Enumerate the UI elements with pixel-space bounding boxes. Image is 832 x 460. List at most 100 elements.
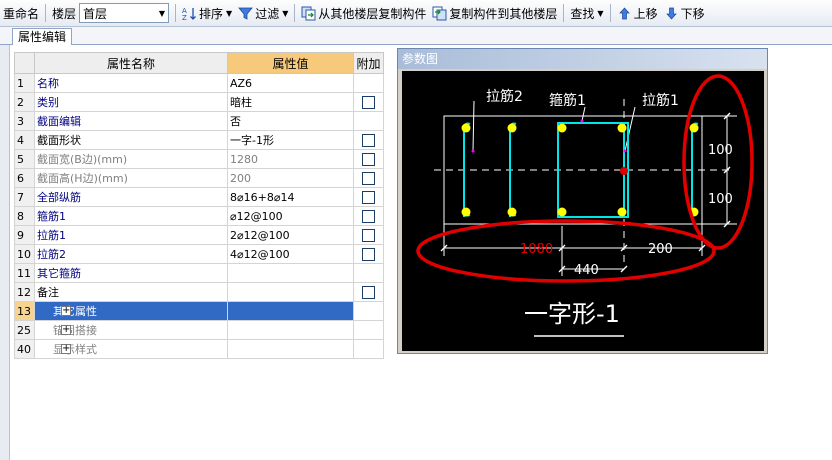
rename-button[interactable]: 重命名 [0, 3, 42, 24]
property-value[interactable]: 1280 [227, 149, 354, 169]
property-value[interactable] [227, 263, 354, 283]
property-value[interactable]: 一字-1形 [227, 130, 354, 150]
rebar-dot [557, 123, 567, 133]
expand-plus-icon[interactable]: + [61, 306, 71, 316]
parameter-diagram-panel: 参数图 拉筋2 箍筋1 拉筋1 100 100 1080 200 440 一字形… [397, 48, 768, 354]
move-down-button[interactable]: 下移 [661, 3, 708, 24]
tie-2 [463, 122, 471, 217]
filter-label: 过滤 [255, 6, 280, 21]
red-ellipse-vertical [682, 74, 754, 250]
property-group[interactable]: + 锚固搭接 [34, 320, 228, 340]
left-splitter[interactable] [0, 45, 10, 460]
extra-checkbox[interactable] [362, 171, 375, 185]
table-row[interactable]: 8 箍筋1 ⌀12@100 [14, 206, 384, 226]
property-name: 箍筋1 [34, 206, 228, 226]
extra-cell [353, 206, 384, 226]
expand-plus-icon[interactable]: + [61, 344, 71, 354]
property-value[interactable] [227, 339, 354, 359]
table-row[interactable]: 12 备注 [14, 282, 384, 302]
property-group[interactable]: + 其它属性 [34, 301, 228, 321]
extra-checkbox[interactable] [362, 133, 375, 147]
property-value[interactable]: 否 [227, 111, 354, 131]
table-row[interactable]: 3 截面编辑 否 [14, 111, 384, 131]
row-number: 8 [14, 206, 35, 226]
filter-button[interactable]: 过滤 ▼ [235, 3, 291, 24]
chevron-down-icon: ▼ [282, 8, 289, 18]
table-row[interactable]: 2 类别 暗柱 [14, 92, 384, 112]
diagram-canvas: 拉筋2 箍筋1 拉筋1 100 100 1080 200 440 一字形-1 [402, 71, 764, 351]
table-row-group[interactable]: 25 + 锚固搭接 [14, 320, 384, 340]
table-row[interactable]: 4 截面形状 一字-1形 [14, 130, 384, 150]
extra-checkbox[interactable] [362, 228, 375, 242]
rebar-dot [507, 123, 517, 133]
extra-checkbox[interactable] [362, 247, 375, 261]
expand-plus-icon[interactable]: + [61, 325, 71, 335]
copy-to-floor-label: 复制构件到其他楼层 [449, 6, 558, 21]
row-number: 11 [14, 263, 35, 283]
leader-dot [580, 119, 584, 123]
floor-select[interactable]: 首层 ▼ [79, 3, 170, 23]
extra-cell [353, 225, 384, 245]
chevron-down-icon: ▼ [158, 8, 166, 18]
row-number: 6 [14, 168, 35, 188]
table-row[interactable]: 5 截面宽(B边)(mm) 1280 [14, 149, 384, 169]
table-row[interactable]: 10 拉筋2 4⌀12@100 [14, 244, 384, 264]
property-value[interactable] [227, 320, 354, 340]
sort-button[interactable]: AZ 排序 ▼ [179, 3, 235, 24]
move-up-button[interactable]: 上移 [614, 3, 661, 24]
header-property-value[interactable]: 属性值 [227, 52, 354, 74]
property-value[interactable]: 4⌀12@100 [227, 244, 354, 264]
property-value[interactable]: 200 [227, 168, 354, 188]
leader-dot [623, 149, 627, 153]
extra-cell [353, 263, 384, 283]
row-number: 1 [14, 73, 35, 93]
tab-property-edit[interactable]: 属性编辑 [12, 28, 73, 45]
sort-label: 排序 [199, 6, 224, 21]
property-value[interactable]: ⌀12@100 [227, 206, 354, 226]
dim-1080: 1080 [520, 242, 553, 257]
table-row-group-selected[interactable]: 13 + 其它属性 [14, 301, 384, 321]
property-group[interactable]: + 显示样式 [34, 339, 228, 359]
dim-200: 200 [648, 242, 673, 257]
leader-stirrup1 [581, 106, 586, 122]
center-point [620, 167, 628, 175]
table-row-group[interactable]: 40 + 显示样式 [14, 339, 384, 359]
table-row[interactable]: 9 拉筋1 2⌀12@100 [14, 225, 384, 245]
property-value[interactable]: AZ6 [227, 73, 354, 93]
rebar-dot [689, 123, 699, 133]
rebar-dot [461, 123, 471, 133]
table-row[interactable]: 1 名称 AZ6 [14, 73, 384, 93]
header-property-name[interactable]: 属性名称 [34, 52, 228, 74]
table-row[interactable]: 11 其它箍筋 [14, 263, 384, 283]
property-value[interactable]: 8⌀16+8⌀14 [227, 187, 354, 207]
toolbar-separator [294, 4, 296, 22]
toolbar-separator [175, 4, 177, 22]
extra-cell [353, 168, 384, 188]
table-row[interactable]: 6 截面高(H边)(mm) 200 [14, 168, 384, 188]
property-value[interactable] [227, 282, 354, 302]
copy-from-floor-button[interactable]: 从其他楼层复制构件 [298, 3, 429, 24]
extra-checkbox[interactable] [362, 209, 375, 223]
move-up-label: 上移 [633, 6, 658, 21]
copy-to-floor-button[interactable]: 复制构件到其他楼层 [429, 3, 560, 24]
floor-select-value: 首层 [83, 6, 108, 21]
property-name: 全部纵筋 [34, 187, 228, 207]
property-grid: 属性名称 属性值 附加 1 名称 AZ6 2 类别 暗柱 3 截面编辑 否 4 … [14, 52, 384, 359]
row-number: 10 [14, 244, 35, 264]
extra-checkbox[interactable] [362, 285, 375, 299]
property-value[interactable]: 暗柱 [227, 92, 354, 112]
property-value[interactable] [227, 301, 354, 321]
tab-strip: 属性编辑 [0, 27, 832, 45]
extra-checkbox[interactable] [362, 95, 375, 109]
property-name: 拉筋2 [34, 244, 228, 264]
property-value[interactable]: 2⌀12@100 [227, 225, 354, 245]
label-tie1: 拉筋1 [642, 92, 679, 109]
find-button[interactable]: 查找 ▼ [567, 3, 606, 24]
rebar-dot [507, 207, 517, 217]
copy-from-floor-label: 从其他楼层复制构件 [318, 6, 427, 21]
extra-checkbox[interactable] [362, 190, 375, 204]
extra-cell [353, 73, 384, 93]
extra-checkbox[interactable] [362, 152, 375, 166]
table-row[interactable]: 7 全部纵筋 8⌀16+8⌀14 [14, 187, 384, 207]
header-extra[interactable]: 附加 [353, 52, 384, 74]
